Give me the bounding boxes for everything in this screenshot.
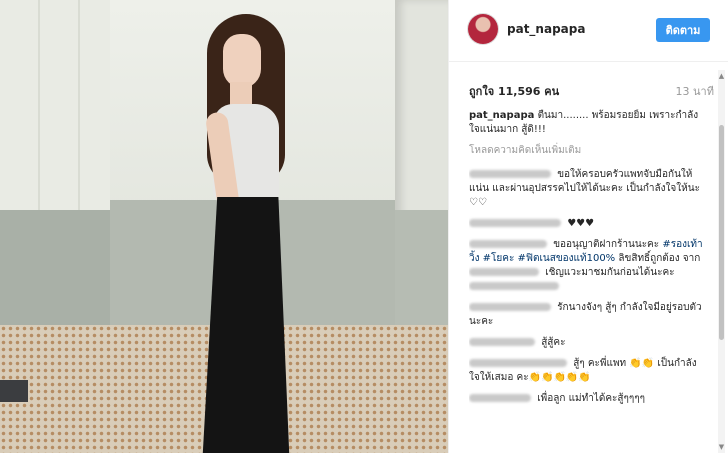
scrollbar-thumb[interactable] — [719, 125, 724, 340]
comment-text: ♥♥♥ — [567, 218, 595, 229]
follow-button[interactable]: ติดตาม — [656, 18, 710, 42]
comment-item: รักนางจังๆ สู้ๆ กำลังใจมีอยู่รอบตัวนะคะ — [469, 301, 707, 329]
comment-text-continued: เชิญแวะมาชมกันก่อนได้นะคะ — [545, 267, 675, 278]
avatar[interactable] — [468, 14, 498, 44]
comment-text: ขออนุญาติฝากร้านนะคะ — [553, 239, 660, 250]
caption: pat_napapa ตื่นมา........ พร้อมรอยยิ้ม เ… — [469, 109, 707, 137]
header-username[interactable]: pat_napapa — [507, 22, 585, 36]
photo-dark-tile — [0, 380, 28, 402]
load-more-comments-link[interactable]: โหลดความคิดเห็นเพิ่มเติม — [469, 144, 707, 158]
comment-item: สู้ๆ คะพี่แพท 👏👏 เป็นกำลังใจให้เสมอ คะ👏👏… — [469, 357, 707, 385]
blurred-username[interactable] — [469, 219, 561, 227]
comment-text-continued: ลิขสิทธิ์ถูกต้อง จาก — [618, 253, 701, 264]
blurred-mention[interactable] — [469, 282, 559, 290]
comments-list: pat_napapa ตื่นมา........ พร้อมรอยยิ้ม เ… — [469, 109, 707, 453]
blurred-username[interactable] — [469, 338, 535, 346]
post-header: pat_napapa ติดตาม — [449, 0, 728, 62]
photo-person — [195, 12, 305, 453]
comments-scrollbar[interactable]: ▲ ▼ — [718, 70, 725, 453]
likes-row: ถูกใจ 11,596 คน 13 นาที — [469, 82, 714, 98]
comment-item: ♥♥♥ — [469, 217, 707, 231]
caption-username[interactable]: pat_napapa — [469, 110, 534, 121]
comment-text: เพื่อลูก แม่ทำได้คะสู้ๆๆๆๆ — [537, 393, 645, 404]
comment-item: สู้สู้คะ — [469, 336, 707, 350]
blurred-username[interactable] — [469, 170, 551, 178]
blurred-username[interactable] — [469, 394, 531, 402]
blurred-username[interactable] — [469, 359, 567, 367]
comment-item: ขออนุญาติฝากร้านนะคะ #รองเท้าวิ้ง #โยคะ … — [469, 238, 707, 294]
post-timestamp[interactable]: 13 นาที — [676, 82, 714, 100]
blurred-mention[interactable] — [469, 268, 539, 276]
comment-text: สู้สู้คะ — [541, 337, 566, 348]
instagram-post-view: pat_napapa ติดตาม ถูกใจ 11,596 คน 13 นาท… — [0, 0, 728, 453]
comment-item: ขอให้ครอบครัวแพทจับมือกันให้แน่น และผ่าน… — [469, 168, 707, 210]
scroll-up-icon[interactable]: ▲ — [718, 72, 725, 80]
blurred-username[interactable] — [469, 240, 547, 248]
scroll-down-icon[interactable]: ▼ — [718, 443, 725, 451]
post-sidebar: pat_napapa ติดตาม ถูกใจ 11,596 คน 13 นาท… — [448, 0, 728, 453]
likes-count[interactable]: ถูกใจ 11,596 คน — [469, 82, 559, 100]
blurred-username[interactable] — [469, 303, 551, 311]
person-face — [223, 34, 261, 88]
post-photo[interactable] — [0, 0, 448, 453]
comment-item: เพื่อลูก แม่ทำได้คะสู้ๆๆๆๆ — [469, 392, 707, 406]
person-pants — [202, 197, 290, 453]
